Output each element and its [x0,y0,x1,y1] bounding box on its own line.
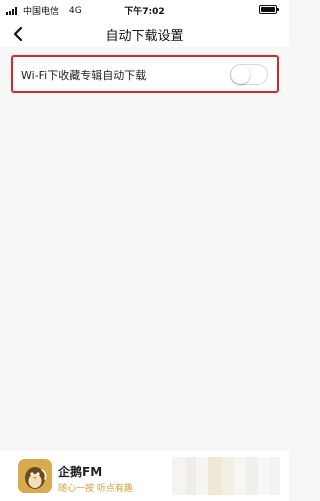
app-logo [18,459,52,493]
footer-banner: 企鹅FM 随心一按 听点有趣 [0,451,289,501]
toggle-knob [231,65,250,84]
app-slogan: 随心一按 听点有趣 [58,484,133,494]
page-title: 自动下载设置 [105,29,184,44]
nav-bar: 自动下载设置 [0,20,289,47]
status-time: 下午7:02 [124,7,165,17]
status-bar: 中国电信 4G 下午7:02 [0,0,289,20]
battery-icon [259,5,279,14]
back-button[interactable] [6,22,30,46]
app-name: 企鹅FM [58,465,103,479]
wifi-auto-download-toggle[interactable] [230,64,268,85]
chevron-left-icon [13,26,23,42]
blurred-watermark [172,457,280,495]
wifi-auto-download-row: Wi-Fi下收藏专辑自动下载 [11,55,279,93]
penguin-logo-icon [18,459,52,493]
wifi-auto-download-label: Wi-Fi下收藏专辑自动下载 [21,69,147,82]
